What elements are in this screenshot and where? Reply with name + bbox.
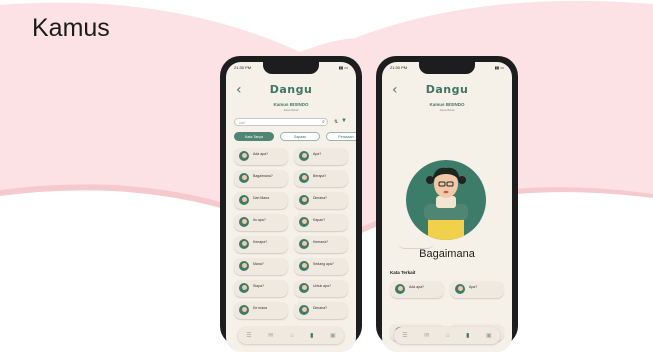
gallery-icon[interactable]: ▣ <box>486 332 492 339</box>
avatar <box>239 261 249 271</box>
search-icon[interactable]: ⌕ <box>322 119 325 125</box>
avatar <box>395 284 405 294</box>
phone-screen: 21:30 PM ▮▮ ▭ ‹ Dangu Kamus BISINDO Jawa… <box>226 62 356 352</box>
bottom-navbar: ☰ ✉ ⌂ ▮ ▣ <box>394 327 500 344</box>
tab-perasaan[interactable]: Perasaan <box>326 132 356 141</box>
word-card[interactable]: Kenapa? <box>234 236 288 253</box>
chat-icon[interactable]: ✉ <box>268 332 273 339</box>
chat-icon[interactable]: ✉ <box>424 332 429 339</box>
tab-sapaan[interactable]: Sapaan <box>280 132 320 141</box>
signal-battery-icon: ▮▮ ▭ <box>494 65 504 70</box>
signal-battery-icon: ▮▮ ▭ <box>338 65 348 70</box>
word-card[interactable]: Dimana? <box>294 192 348 209</box>
avatar <box>239 195 249 205</box>
sign-illustration <box>406 160 486 240</box>
sort-icon[interactable]: ⇅ <box>334 119 338 125</box>
slide-title: Kamus <box>32 14 110 42</box>
avatar <box>299 173 309 183</box>
word-card[interactable]: Untuk apa? <box>294 280 348 297</box>
phone-screen: 21:30 PM ▮▮ ▭ ‹ Dangu Kamus BISINDO Jawa… <box>382 62 512 352</box>
word-card[interactable]: Mana? <box>234 258 288 275</box>
word-card[interactable]: Dimana? <box>294 302 348 319</box>
word-card[interactable]: Sedang apa? <box>294 258 348 275</box>
status-time: 21:30 PM <box>234 65 252 70</box>
related-word-card[interactable]: Apa? <box>450 281 504 298</box>
word-card[interactable]: Apa? <box>294 148 348 165</box>
phone-dictionary-list: 21:30 PM ▮▮ ▭ ‹ Dangu Kamus BISINDO Jawa… <box>220 56 362 352</box>
tab-kata-tanya[interactable]: Kata Tanya <box>234 132 274 141</box>
filter-icon[interactable]: ▼ <box>341 118 347 124</box>
home-icon[interactable]: ⌂ <box>446 333 450 339</box>
word-card[interactable]: Kemana? <box>294 236 348 253</box>
avatar <box>299 195 309 205</box>
page-subtitle: Kamus BISINDO <box>429 102 465 107</box>
phone-word-detail: 21:30 PM ▮▮ ▭ ‹ Dangu Kamus BISINDO Jawa… <box>376 56 518 352</box>
region-label: Jawa Barat <box>439 108 455 112</box>
avatar <box>239 283 249 293</box>
word-card[interactable]: Kapan? <box>294 214 348 231</box>
region-label: Jawa Barat <box>283 108 299 112</box>
search-input[interactable]: cari <box>234 118 328 126</box>
related-word-card[interactable]: Ada apa? <box>390 281 444 298</box>
page-subtitle: Kamus BISINDO <box>273 102 309 107</box>
word-card[interactable]: Ke mana <box>234 302 288 319</box>
word-card[interactable]: Berapa? <box>294 170 348 187</box>
status-time: 21:30 PM <box>390 65 408 70</box>
avatar <box>299 217 309 227</box>
book-icon[interactable]: ▮ <box>466 332 469 339</box>
phone-notch <box>263 62 319 74</box>
bottom-navbar: ☰ ✉ ⌂ ▮ ▣ <box>238 327 344 344</box>
word-card[interactable]: Itu apa? <box>234 214 288 231</box>
avatar <box>455 284 465 294</box>
phone-notch <box>419 62 475 74</box>
list-icon[interactable]: ☰ <box>402 332 407 339</box>
book-icon[interactable]: ▮ <box>310 332 313 339</box>
gallery-icon[interactable]: ▣ <box>330 332 336 339</box>
category-tabs: Kata Tanya Sapaan Perasaan <box>234 132 356 142</box>
avatar <box>239 239 249 249</box>
related-heading: Kata Terkait <box>390 270 416 275</box>
list-icon[interactable]: ☰ <box>246 332 251 339</box>
app-brand: Dangu <box>269 83 313 96</box>
avatar <box>239 151 249 161</box>
word-title: Bagaimana <box>419 248 475 260</box>
avatar <box>239 305 249 315</box>
avatar <box>239 173 249 183</box>
home-icon[interactable]: ⌂ <box>290 333 294 339</box>
app-brand: Dangu <box>425 83 469 96</box>
avatar <box>299 261 309 271</box>
word-card[interactable]: Dari Mana <box>234 192 288 209</box>
word-card[interactable]: Ada apa? <box>234 148 288 165</box>
avatar <box>299 239 309 249</box>
avatar <box>299 151 309 161</box>
word-card[interactable]: Bagaimana? <box>234 170 288 187</box>
word-card[interactable]: Siapa? <box>234 280 288 297</box>
avatar <box>299 283 309 293</box>
avatar <box>239 217 249 227</box>
avatar <box>299 305 309 315</box>
